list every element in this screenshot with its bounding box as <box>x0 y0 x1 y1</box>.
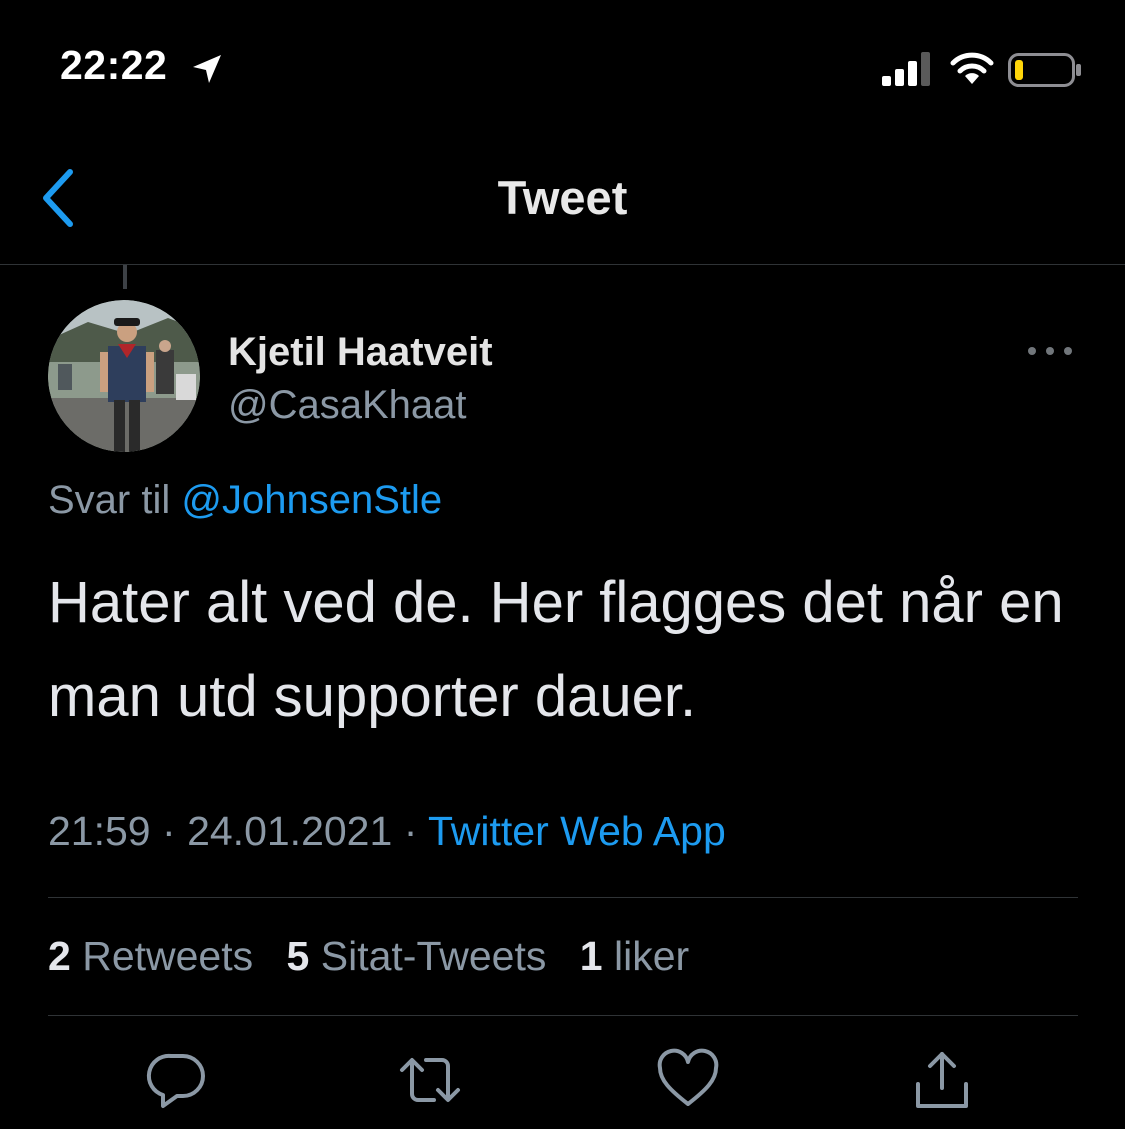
like-heart-icon[interactable] <box>656 1048 720 1112</box>
reply-to-line: Svar til @JohnsenStle <box>48 478 442 523</box>
avatar[interactable] <box>48 300 200 452</box>
author-name[interactable]: Kjetil Haatveit <box>228 330 493 375</box>
meta-separator: · <box>162 808 176 854</box>
quotes-label: Sitat-Tweets <box>320 933 547 979</box>
retweets-label: Retweets <box>82 933 254 979</box>
tweet-time: 21:59 <box>48 808 151 854</box>
reply-icon[interactable] <box>145 1048 209 1112</box>
cellular-signal-icon <box>882 52 930 86</box>
page-title: Tweet <box>497 171 628 224</box>
likes-label: liker <box>613 933 690 979</box>
retweets-stat[interactable]: 2 Retweets <box>48 933 253 979</box>
likes-count: 1 <box>579 933 603 979</box>
header-divider <box>0 264 1125 265</box>
engagement-stats: 2 Retweets 5 Sitat-Tweets 1 liker <box>48 933 711 980</box>
wifi-icon <box>950 52 994 84</box>
share-icon[interactable] <box>910 1048 974 1112</box>
reply-to-prefix: Svar til <box>48 478 171 522</box>
tweet-date: 24.01.2021 <box>187 808 393 854</box>
tweet-text: Hater alt ved de. Her flagges det når en… <box>48 570 1064 729</box>
reply-to-handle-link[interactable]: @JohnsenStle <box>181 478 442 522</box>
retweet-icon[interactable] <box>398 1048 462 1112</box>
likes-stat[interactable]: 1 liker <box>580 933 689 979</box>
quotes-count: 5 <box>286 933 310 979</box>
more-horizontal-icon[interactable] <box>1024 336 1076 366</box>
retweets-count: 2 <box>48 933 71 979</box>
status-time: 22:22 <box>60 42 168 88</box>
tweet-meta: 21:59 · 24.01.2021 · Twitter Web App <box>48 808 726 855</box>
meta-separator: · <box>403 808 418 854</box>
stats-divider <box>48 1015 1078 1016</box>
author-handle[interactable]: @CasaKhaat <box>228 383 467 428</box>
battery-low-icon <box>1008 53 1081 87</box>
meta-divider <box>48 897 1078 898</box>
tweet-source-link[interactable]: Twitter Web App <box>428 808 726 854</box>
thread-connector-line <box>123 265 127 289</box>
quotes-stat[interactable]: 5 Sitat-Tweets <box>287 933 547 979</box>
location-arrow-icon <box>193 55 221 83</box>
